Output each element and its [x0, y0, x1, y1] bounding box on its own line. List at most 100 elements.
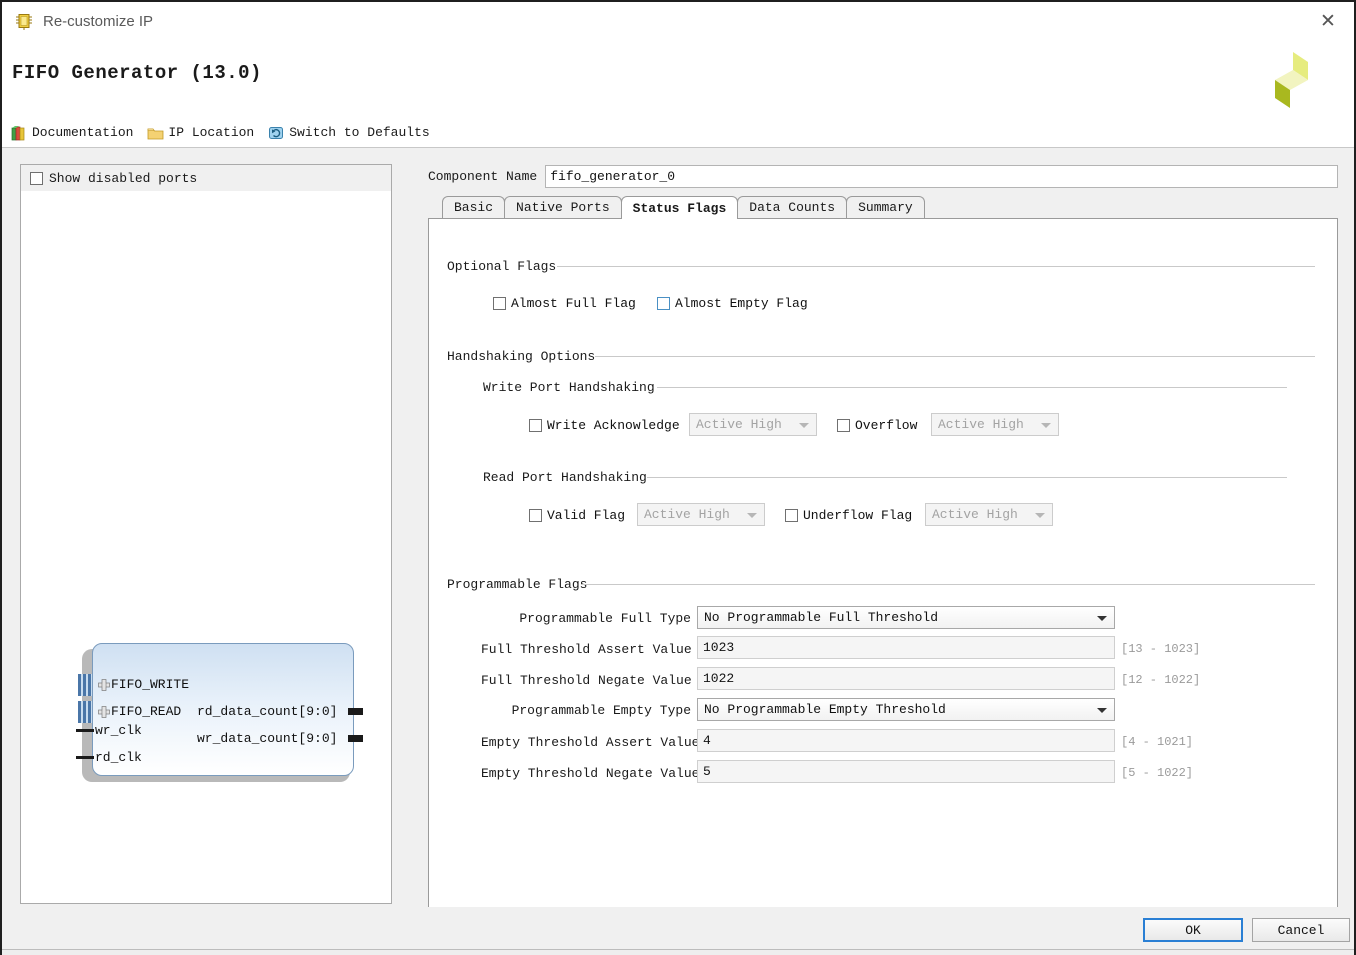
- valid-flag-checkbox[interactable]: [529, 509, 542, 522]
- documentation-button[interactable]: Documentation: [11, 125, 133, 141]
- output-connector-wr-data-count: [348, 735, 363, 742]
- expand-plus-icon-fifo-write[interactable]: [98, 678, 110, 691]
- write-acknowledge-label: Write Acknowledge: [547, 418, 680, 433]
- chevron-down-icon: [799, 423, 809, 428]
- component-name-label: Component Name: [428, 168, 538, 184]
- underflow-flag-polarity-select[interactable]: Active High: [925, 503, 1053, 526]
- ip-symbol-panel: Show disabled ports FIFO_WRITE FIFO_READ…: [20, 164, 392, 904]
- tab-status-flags-label: Status Flags: [632, 200, 727, 216]
- tab-summary[interactable]: Summary: [846, 196, 925, 218]
- programmable-empty-type-label: Programmable Empty Type: [511, 703, 691, 718]
- write-acknowledge-polarity-value: Active High: [696, 417, 782, 432]
- configuration-panel: Component Name fifo_generator_0 Basic Na…: [428, 164, 1338, 912]
- window-bottom-edge: [2, 949, 1354, 955]
- valid-flag-polarity-value: Active High: [644, 507, 730, 522]
- empty-threshold-assert-label: Empty Threshold Assert Value: [481, 735, 700, 750]
- title-bar: Re-customize IP ✕: [2, 2, 1354, 40]
- folder-icon: [147, 125, 164, 141]
- write-port-handshaking-title: Write Port Handshaking: [483, 380, 655, 395]
- output-connector-rd-data-count: [348, 708, 363, 715]
- dialog-toolbar: Documentation IP Location Switch to Defa…: [2, 118, 1354, 148]
- port-label-fifo-write: FIFO_WRITE: [111, 677, 190, 692]
- overflow-row[interactable]: Overflow: [837, 418, 917, 433]
- bus-connector-fifo-write: [78, 674, 92, 696]
- optional-flags-rule: [557, 266, 1315, 267]
- handshaking-options-title: Handshaking Options: [447, 349, 596, 364]
- overflow-checkbox[interactable]: [837, 419, 850, 432]
- tab-status-flags[interactable]: Status Flags: [620, 196, 739, 219]
- programmable-full-type-select[interactable]: No Programmable Full Threshold: [697, 606, 1115, 629]
- write-acknowledge-polarity-select[interactable]: Active High: [689, 413, 817, 436]
- chevron-down-icon: [1035, 513, 1045, 518]
- chevron-down-icon: [1097, 708, 1107, 713]
- bus-connector-fifo-read: [78, 701, 92, 723]
- page-title: FIFO Generator (13.0): [12, 62, 262, 84]
- dialog-body: Show disabled ports FIFO_WRITE FIFO_READ…: [2, 149, 1354, 912]
- port-label-rd-clk: rd_clk: [95, 750, 142, 765]
- port-label-wr-clk: wr_clk: [95, 723, 142, 738]
- clock-connector-wr-clk: [76, 729, 94, 732]
- tab-data-counts-label: Data Counts: [749, 200, 836, 215]
- empty-threshold-negate-range: [5 - 1022]: [1121, 766, 1194, 780]
- port-label-wr-data-count: wr_data_count[9:0]: [197, 731, 338, 746]
- tab-basic-label: Basic: [454, 200, 494, 215]
- valid-flag-row[interactable]: Valid Flag: [529, 508, 625, 523]
- almost-empty-flag-row[interactable]: Almost Empty Flag: [657, 296, 808, 311]
- programmable-empty-type-select[interactable]: No Programmable Empty Threshold: [697, 698, 1115, 721]
- underflow-flag-label: Underflow Flag: [803, 508, 913, 523]
- tab-data-counts[interactable]: Data Counts: [737, 196, 848, 218]
- ip-chip-icon: [14, 11, 34, 31]
- expand-plus-icon-fifo-read[interactable]: [98, 705, 110, 718]
- switch-to-defaults-label: Switch to Defaults: [289, 125, 430, 140]
- tab-native-ports[interactable]: Native Ports: [504, 196, 622, 218]
- re-customize-ip-window: Re-customize IP ✕ FIFO Generator (13.0): [0, 0, 1356, 955]
- show-disabled-ports-label: Show disabled ports: [49, 170, 198, 186]
- overflow-polarity-value: Active High: [938, 417, 1024, 432]
- tab-basic[interactable]: Basic: [442, 196, 506, 218]
- almost-empty-flag-label: Almost Empty Flag: [675, 296, 808, 311]
- programmable-flags-rule: [581, 584, 1315, 585]
- chevron-down-icon: [747, 513, 757, 518]
- empty-threshold-assert-input[interactable]: 4: [697, 729, 1115, 752]
- write-port-handshaking-rule: [657, 387, 1287, 388]
- almost-empty-flag-checkbox[interactable]: [657, 297, 670, 310]
- underflow-flag-row[interactable]: Underflow Flag: [785, 508, 912, 523]
- full-threshold-negate-input[interactable]: 1022: [697, 667, 1115, 690]
- tab-native-ports-label: Native Ports: [516, 200, 610, 215]
- programmable-full-type-label: Programmable Full Type: [519, 611, 691, 626]
- read-port-handshaking-title: Read Port Handshaking: [483, 470, 647, 485]
- full-threshold-assert-input[interactable]: 1023: [697, 636, 1115, 659]
- handshaking-options-rule: [595, 356, 1315, 357]
- ip-location-button[interactable]: IP Location: [147, 125, 254, 141]
- cancel-button[interactable]: Cancel: [1252, 918, 1350, 942]
- empty-threshold-assert-range: [4 - 1021]: [1121, 735, 1194, 749]
- dialog-footer: OK Cancel: [2, 907, 1354, 955]
- almost-full-flag-row[interactable]: Almost Full Flag: [493, 296, 636, 311]
- valid-flag-polarity-select[interactable]: Active High: [637, 503, 765, 526]
- chevron-down-icon: [1041, 423, 1051, 428]
- port-label-fifo-read: FIFO_READ: [111, 704, 182, 719]
- full-threshold-assert-range: [13 - 1023]: [1121, 642, 1201, 656]
- close-icon[interactable]: ✕: [1308, 6, 1348, 36]
- write-acknowledge-checkbox[interactable]: [529, 419, 542, 432]
- empty-threshold-negate-input[interactable]: 5: [697, 760, 1115, 783]
- clock-connector-rd-clk: [76, 756, 94, 759]
- window-title: Re-customize IP: [43, 12, 154, 30]
- underflow-flag-polarity-value: Active High: [932, 507, 1018, 522]
- ip-location-label: IP Location: [168, 125, 255, 140]
- ok-button[interactable]: OK: [1143, 918, 1243, 942]
- switch-to-defaults-button[interactable]: Switch to Defaults: [268, 125, 430, 141]
- symbol-canvas: FIFO_WRITE FIFO_READ wr_clk rd_clk rd_da…: [21, 191, 391, 903]
- write-acknowledge-row[interactable]: Write Acknowledge: [529, 418, 680, 433]
- tab-summary-label: Summary: [858, 200, 913, 215]
- underflow-flag-checkbox[interactable]: [785, 509, 798, 522]
- books-icon: [11, 125, 28, 141]
- show-disabled-ports-checkbox[interactable]: [30, 171, 43, 185]
- overflow-polarity-select[interactable]: Active High: [931, 413, 1059, 436]
- empty-threshold-negate-label: Empty Threshold Negate Value: [481, 766, 700, 781]
- show-disabled-ports-row[interactable]: Show disabled ports: [21, 165, 391, 191]
- almost-full-flag-checkbox[interactable]: [493, 297, 506, 310]
- optional-flags-title: Optional Flags: [447, 259, 557, 274]
- refresh-icon: [268, 125, 285, 141]
- component-name-input[interactable]: fifo_generator_0: [545, 164, 1338, 188]
